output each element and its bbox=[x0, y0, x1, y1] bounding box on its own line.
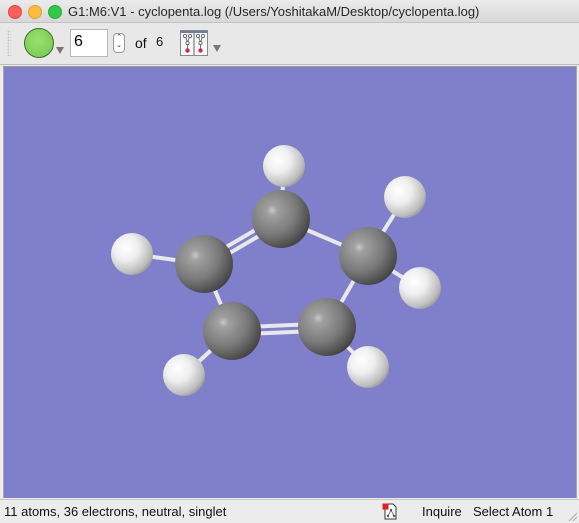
hydrogen-atom-H4[interactable] bbox=[347, 346, 389, 388]
frame-number-input[interactable]: 6 bbox=[70, 29, 108, 57]
frame-stepper[interactable]: ⌃ ⌄ bbox=[113, 33, 125, 53]
stepper-down-icon[interactable]: ⌄ bbox=[114, 42, 124, 50]
tree-dropdown-arrow-icon[interactable] bbox=[213, 45, 221, 52]
stepper-up-icon[interactable]: ⌃ bbox=[114, 34, 124, 42]
model-tree-icon bbox=[181, 31, 207, 55]
hydrogen-atom-H6[interactable] bbox=[111, 233, 153, 275]
color-dropdown-arrow-icon[interactable] bbox=[56, 47, 64, 54]
molecule-canvas[interactable] bbox=[4, 67, 577, 498]
green-ball-icon[interactable] bbox=[24, 28, 54, 58]
close-window-button[interactable] bbox=[8, 5, 22, 19]
toolbar-grip-handle[interactable] bbox=[7, 30, 11, 56]
of-label: of bbox=[135, 35, 147, 51]
hydrogen-atom-H2[interactable] bbox=[384, 176, 426, 218]
molecule-viewport[interactable] bbox=[3, 66, 577, 498]
minimize-window-button[interactable] bbox=[28, 5, 42, 19]
molecule-summary: 11 atoms, 36 electrons, neutral, singlet bbox=[4, 504, 227, 519]
carbon-atom-C5[interactable] bbox=[175, 235, 233, 293]
toolbar: 6 ⌃ ⌄ of 6 bbox=[0, 23, 579, 65]
maximize-window-button[interactable] bbox=[48, 5, 62, 19]
inquire-mode-icon[interactable] bbox=[382, 503, 398, 520]
frame-total: 6 bbox=[156, 34, 164, 49]
resize-grip-icon[interactable] bbox=[567, 511, 577, 521]
carbon-atom-C2[interactable] bbox=[339, 227, 397, 285]
status-bar: 11 atoms, 36 electrons, neutral, singlet… bbox=[0, 499, 579, 523]
carbon-atom-C3[interactable] bbox=[298, 298, 356, 356]
carbon-atom-C1[interactable] bbox=[252, 190, 310, 248]
title-bar: G1:M6:V1 - cyclopenta.log (/Users/Yoshit… bbox=[0, 0, 579, 23]
carbon-atom-C4[interactable] bbox=[203, 302, 261, 360]
window-title: G1:M6:V1 - cyclopenta.log (/Users/Yoshit… bbox=[68, 4, 480, 19]
hydrogen-atom-H1[interactable] bbox=[263, 145, 305, 187]
hydrogen-atom-H3[interactable] bbox=[399, 267, 441, 309]
action-label: Select Atom 1 bbox=[473, 504, 554, 519]
mode-label: Inquire bbox=[422, 504, 462, 519]
hydrogen-atom-H5[interactable] bbox=[163, 354, 205, 396]
model-tree-button[interactable] bbox=[180, 30, 208, 56]
